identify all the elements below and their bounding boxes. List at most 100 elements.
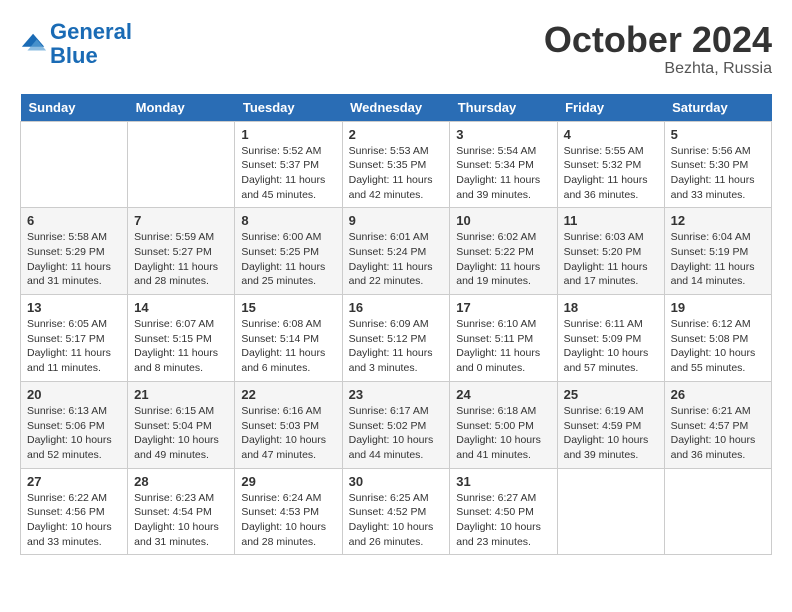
day-number: 15 — [241, 300, 335, 315]
calendar-cell: 27 Sunrise: 6:22 AM Sunset: 4:56 PM Dayli… — [21, 468, 128, 555]
day-number: 27 — [27, 474, 121, 489]
location: Bezhta, Russia — [544, 60, 772, 78]
weekday-header: Saturday — [664, 94, 771, 122]
calendar-cell: 3 Sunrise: 5:54 AM Sunset: 5:34 PM Daylig… — [450, 121, 557, 208]
day-info: Sunrise: 6:15 AM Sunset: 5:04 PM Dayligh… — [134, 404, 228, 463]
day-number: 29 — [241, 474, 335, 489]
day-info: Sunrise: 6:27 AM Sunset: 4:50 PM Dayligh… — [456, 491, 550, 550]
calendar-cell: 19Sunrise: 6:12 AM Sunset: 5:08 PM Dayli… — [664, 295, 771, 382]
day-number: 31 — [456, 474, 550, 489]
day-info: Sunrise: 6:10 AM Sunset: 5:11 PM Dayligh… — [456, 317, 550, 376]
weekday-header: Friday — [557, 94, 664, 122]
weekday-header: Thursday — [450, 94, 557, 122]
day-number: 10 — [456, 213, 550, 228]
calendar-cell: 14 Sunrise: 6:07 AM Sunset: 5:15 PM Dayli… — [128, 295, 235, 382]
calendar-cell: 16Sunrise: 6:09 AM Sunset: 5:12 PM Dayli… — [342, 295, 450, 382]
day-info: Sunrise: 6:11 AM Sunset: 5:09 PM Dayligh… — [564, 317, 658, 376]
calendar-cell: 2 Sunrise: 5:53 AM Sunset: 5:35 PM Daylig… — [342, 121, 450, 208]
calendar-cell: 5 Sunrise: 5:56 AM Sunset: 5:30 PM Daylig… — [664, 121, 771, 208]
day-info: Sunrise: 5:52 AM Sunset: 5:37 PM Dayligh… — [241, 144, 335, 203]
calendar-header: SundayMondayTuesdayWednesdayThursdayFrid… — [21, 94, 772, 122]
calendar-cell: 30 Sunrise: 6:25 AM Sunset: 4:52 PM Dayli… — [342, 468, 450, 555]
calendar-cell: 6 Sunrise: 5:58 AM Sunset: 5:29 PM Daylig… — [21, 208, 128, 295]
day-number: 25 — [564, 387, 658, 402]
day-info: Sunrise: 6:21 AM Sunset: 4:57 PM Dayligh… — [671, 404, 765, 463]
weekday-header: Monday — [128, 94, 235, 122]
logo-line1: General — [50, 19, 132, 44]
calendar-cell: 23 Sunrise: 6:17 AM Sunset: 5:02 PM Dayli… — [342, 381, 450, 468]
calendar-cell: 21Sunrise: 6:15 AM Sunset: 5:04 PM Dayli… — [128, 381, 235, 468]
day-number: 13 — [27, 300, 121, 315]
calendar-cell — [557, 468, 664, 555]
day-number: 7 — [134, 213, 228, 228]
calendar-week-row: 13Sunrise: 6:05 AM Sunset: 5:17 PM Dayli… — [21, 295, 772, 382]
day-info: Sunrise: 5:56 AM Sunset: 5:30 PM Dayligh… — [671, 144, 765, 203]
calendar-cell: 8 Sunrise: 6:00 AM Sunset: 5:25 PM Daylig… — [235, 208, 342, 295]
day-info: Sunrise: 6:25 AM Sunset: 4:52 PM Dayligh… — [349, 491, 444, 550]
day-info: Sunrise: 6:17 AM Sunset: 5:02 PM Dayligh… — [349, 404, 444, 463]
day-info: Sunrise: 6:18 AM Sunset: 5:00 PM Dayligh… — [456, 404, 550, 463]
day-info: Sunrise: 5:59 AM Sunset: 5:27 PM Dayligh… — [134, 230, 228, 289]
day-info: Sunrise: 6:00 AM Sunset: 5:25 PM Dayligh… — [241, 230, 335, 289]
day-number: 20 — [27, 387, 121, 402]
day-number: 19 — [671, 300, 765, 315]
day-info: Sunrise: 6:23 AM Sunset: 4:54 PM Dayligh… — [134, 491, 228, 550]
day-info: Sunrise: 5:54 AM Sunset: 5:34 PM Dayligh… — [456, 144, 550, 203]
day-info: Sunrise: 5:53 AM Sunset: 5:35 PM Dayligh… — [349, 144, 444, 203]
logo-icon — [20, 30, 48, 58]
weekday-header: Tuesday — [235, 94, 342, 122]
calendar-cell — [664, 468, 771, 555]
day-number: 2 — [349, 127, 444, 142]
day-number: 18 — [564, 300, 658, 315]
day-info: Sunrise: 5:55 AM Sunset: 5:32 PM Dayligh… — [564, 144, 658, 203]
calendar-cell: 1 Sunrise: 5:52 AM Sunset: 5:37 PM Daylig… — [235, 121, 342, 208]
calendar-week-row: 27 Sunrise: 6:22 AM Sunset: 4:56 PM Dayli… — [21, 468, 772, 555]
calendar-body: 1 Sunrise: 5:52 AM Sunset: 5:37 PM Daylig… — [21, 121, 772, 555]
calendar-cell: 9Sunrise: 6:01 AM Sunset: 5:24 PM Daylig… — [342, 208, 450, 295]
weekday-header: Sunday — [21, 94, 128, 122]
weekday-row: SundayMondayTuesdayWednesdayThursdayFrid… — [21, 94, 772, 122]
day-number: 1 — [241, 127, 335, 142]
day-number: 12 — [671, 213, 765, 228]
calendar-cell: 11 Sunrise: 6:03 AM Sunset: 5:20 PM Dayli… — [557, 208, 664, 295]
day-number: 28 — [134, 474, 228, 489]
day-info: Sunrise: 6:03 AM Sunset: 5:20 PM Dayligh… — [564, 230, 658, 289]
calendar-cell: 20Sunrise: 6:13 AM Sunset: 5:06 PM Dayli… — [21, 381, 128, 468]
calendar-cell: 7 Sunrise: 5:59 AM Sunset: 5:27 PM Daylig… — [128, 208, 235, 295]
title-block: October 2024 Bezhta, Russia — [544, 20, 772, 78]
day-info: Sunrise: 6:24 AM Sunset: 4:53 PM Dayligh… — [241, 491, 335, 550]
calendar-cell: 10Sunrise: 6:02 AM Sunset: 5:22 PM Dayli… — [450, 208, 557, 295]
day-number: 11 — [564, 213, 658, 228]
day-number: 16 — [349, 300, 444, 315]
day-number: 23 — [349, 387, 444, 402]
calendar-cell — [21, 121, 128, 208]
day-info: Sunrise: 6:16 AM Sunset: 5:03 PM Dayligh… — [241, 404, 335, 463]
calendar-table: SundayMondayTuesdayWednesdayThursdayFrid… — [20, 94, 772, 556]
day-number: 30 — [349, 474, 444, 489]
day-info: Sunrise: 5:58 AM Sunset: 5:29 PM Dayligh… — [27, 230, 121, 289]
logo-line2: Blue — [50, 43, 98, 68]
day-number: 8 — [241, 213, 335, 228]
calendar-cell: 18 Sunrise: 6:11 AM Sunset: 5:09 PM Dayli… — [557, 295, 664, 382]
calendar-cell: 31 Sunrise: 6:27 AM Sunset: 4:50 PM Dayli… — [450, 468, 557, 555]
day-number: 3 — [456, 127, 550, 142]
day-info: Sunrise: 6:22 AM Sunset: 4:56 PM Dayligh… — [27, 491, 121, 550]
logo-text: General Blue — [50, 20, 132, 68]
calendar-cell: 22Sunrise: 6:16 AM Sunset: 5:03 PM Dayli… — [235, 381, 342, 468]
day-number: 5 — [671, 127, 765, 142]
day-number: 17 — [456, 300, 550, 315]
calendar-cell: 29 Sunrise: 6:24 AM Sunset: 4:53 PM Dayli… — [235, 468, 342, 555]
weekday-header: Wednesday — [342, 94, 450, 122]
calendar-cell: 26Sunrise: 6:21 AM Sunset: 4:57 PM Dayli… — [664, 381, 771, 468]
day-number: 4 — [564, 127, 658, 142]
page-header: General Blue October 2024 Bezhta, Russia — [20, 20, 772, 78]
day-number: 9 — [349, 213, 444, 228]
calendar-cell: 25 Sunrise: 6:19 AM Sunset: 4:59 PM Dayli… — [557, 381, 664, 468]
day-info: Sunrise: 6:07 AM Sunset: 5:15 PM Dayligh… — [134, 317, 228, 376]
calendar-cell: 13Sunrise: 6:05 AM Sunset: 5:17 PM Dayli… — [21, 295, 128, 382]
calendar-cell: 24Sunrise: 6:18 AM Sunset: 5:00 PM Dayli… — [450, 381, 557, 468]
day-number: 6 — [27, 213, 121, 228]
day-info: Sunrise: 6:19 AM Sunset: 4:59 PM Dayligh… — [564, 404, 658, 463]
month-title: October 2024 — [544, 20, 772, 60]
day-number: 14 — [134, 300, 228, 315]
